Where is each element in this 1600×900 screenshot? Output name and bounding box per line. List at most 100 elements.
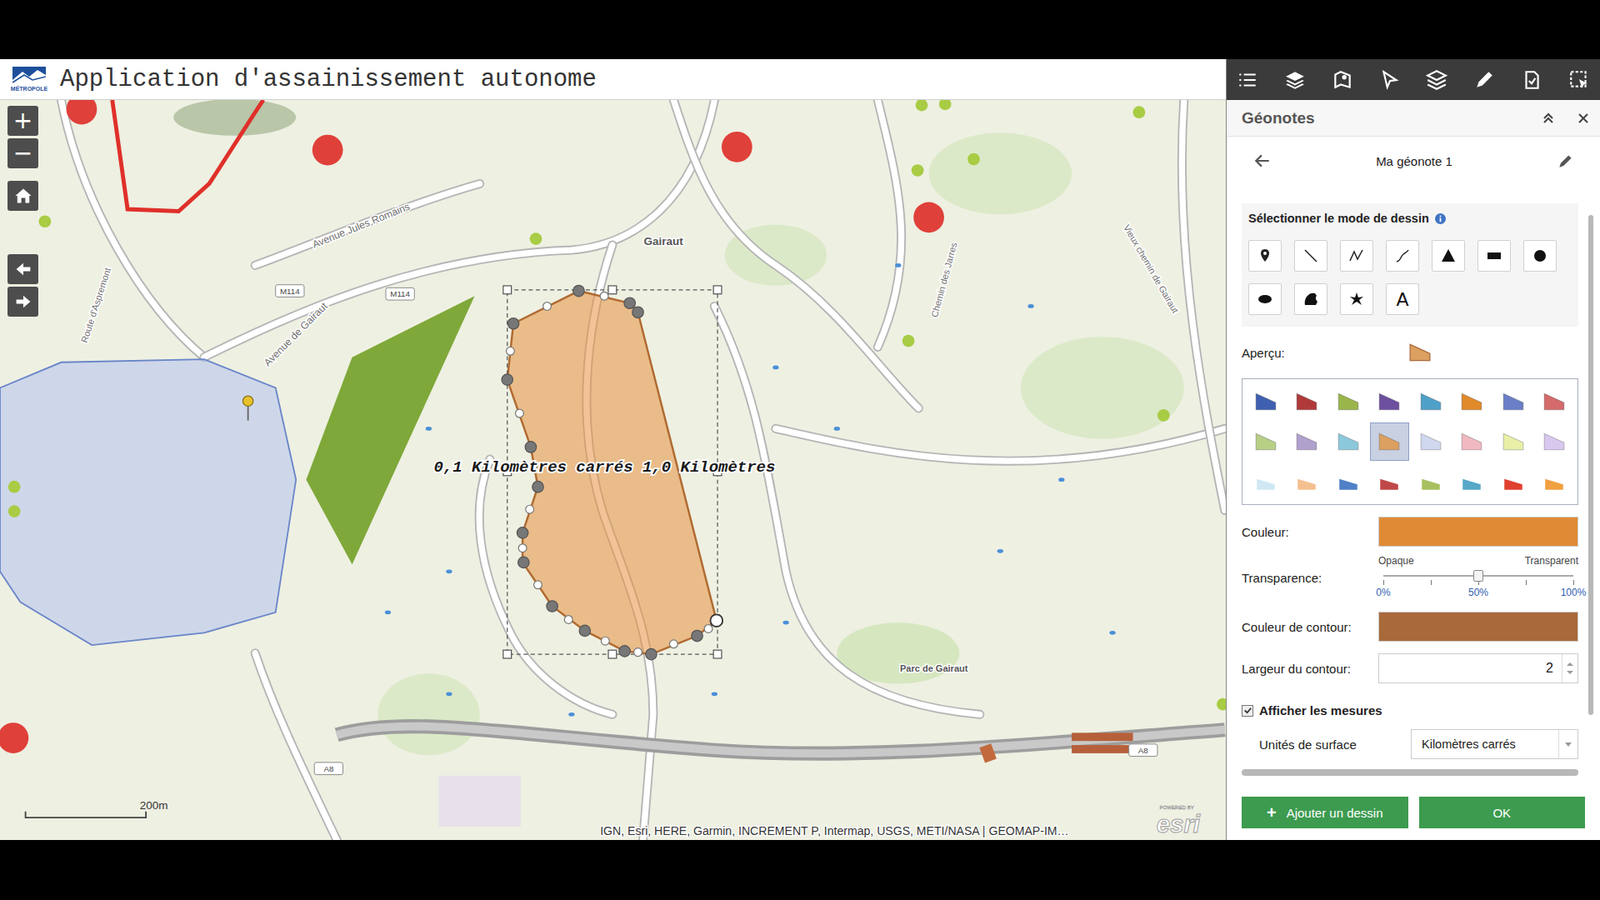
style-swatch[interactable] [1287,422,1328,461]
show-measures-checkbox[interactable]: Afficher les mesures [1241,703,1579,718]
style-swatch[interactable] [1328,422,1369,461]
vertex-handle[interactable] [501,374,513,385]
style-swatch[interactable] [1328,462,1369,501]
vertex-handle[interactable] [645,648,657,660]
vertex-handle[interactable] [691,630,703,641]
resize-handle[interactable] [608,285,617,295]
draw-tool-button[interactable] [1248,283,1282,315]
draw-tool-button[interactable] [1248,240,1282,272]
action-button[interactable]: OK [1419,796,1586,829]
style-swatch[interactable] [1370,382,1410,421]
green-marker[interactable] [939,100,952,110]
vertex-handle[interactable] [579,625,590,636]
green-marker[interactable] [1216,698,1226,711]
scrollbar[interactable] [1588,215,1594,715]
resize-handle[interactable] [713,650,722,659]
basemap-icon[interactable] [1425,69,1448,91]
vertex-handle[interactable] [573,285,585,296]
style-swatch[interactable] [1410,462,1451,501]
draw-tool-button[interactable] [1477,240,1511,272]
midpoint-handle[interactable] [669,640,678,649]
draw-tool-button[interactable]: A [1385,283,1420,315]
vertex-handle[interactable] [632,306,644,318]
edit-pencil-icon[interactable] [1556,151,1575,170]
midpoint-handle[interactable] [704,625,713,634]
previous-extent-button[interactable] [7,254,39,285]
resize-handle[interactable] [503,650,512,659]
style-swatch[interactable] [1245,422,1286,461]
close-icon[interactable] [1576,111,1590,125]
green-marker[interactable] [1133,105,1146,119]
locate-icon[interactable] [1379,69,1401,91]
vertex-handle[interactable] [710,614,723,627]
vertex-handle[interactable] [518,556,530,568]
draw-tool-button[interactable] [1385,240,1420,272]
midpoint-handle[interactable] [525,505,535,514]
style-swatch[interactable] [1370,422,1410,461]
map-canvas[interactable]: GairautAvenue Jules RomainsRoute d'Aspre… [0,100,1226,840]
midpoint-handle[interactable] [534,580,543,590]
green-marker[interactable] [915,100,929,111]
red-marker[interactable] [66,100,98,125]
vertex-handle[interactable] [624,297,635,309]
pencil-icon[interactable] [1473,69,1495,91]
area-units-select[interactable]: Kilomètres carrés [1410,729,1579,760]
map-pin-icon[interactable] [1331,69,1354,91]
green-marker[interactable] [8,480,21,494]
vertex-handle[interactable] [516,527,528,539]
resize-handle[interactable] [713,285,722,295]
red-marker[interactable] [721,131,753,163]
style-swatch[interactable] [1535,422,1575,461]
green-marker[interactable] [911,164,925,177]
next-extent-button[interactable] [7,286,39,317]
midpoint-handle[interactable] [634,648,643,657]
resize-handle[interactable] [503,285,512,295]
midpoint-handle[interactable] [543,302,552,311]
draw-tool-button[interactable] [1340,240,1374,272]
red-marker[interactable] [913,201,945,233]
style-swatch[interactable] [1245,462,1286,501]
red-marker[interactable] [0,722,29,754]
green-marker[interactable] [902,335,915,348]
collapse-icon[interactable] [1541,111,1555,125]
red-marker[interactable] [312,135,344,166]
vertex-handle[interactable] [546,600,558,612]
back-arrow-icon[interactable] [1253,151,1272,170]
midpoint-handle[interactable] [515,409,525,418]
slider-thumb[interactable] [1473,570,1484,582]
style-swatch[interactable] [1452,462,1493,501]
draw-tool-button[interactable] [1294,283,1328,315]
layers-icon[interactable] [1284,69,1306,91]
midpoint-handle[interactable] [600,291,609,300]
vertex-handle[interactable] [525,441,536,453]
route-line[interactable] [112,100,264,212]
style-swatch[interactable] [1452,382,1493,421]
export-icon[interactable] [1520,69,1543,91]
style-swatch[interactable] [1493,462,1534,501]
info-icon[interactable] [1435,213,1446,225]
style-swatch[interactable] [1370,462,1410,501]
style-swatch[interactable] [1493,382,1534,421]
midpoint-handle[interactable] [518,544,527,553]
midpoint-handle[interactable] [506,346,515,355]
midpoint-handle[interactable] [564,615,573,625]
green-marker[interactable] [530,232,543,245]
midpoint-handle[interactable] [600,636,610,645]
style-swatch[interactable] [1493,422,1534,461]
style-swatch[interactable] [1245,382,1286,421]
horizontal-scrollbar[interactable] [1241,769,1579,776]
action-button[interactable]: + Ajouter un dessin [1241,796,1409,829]
fill-color-picker[interactable] [1378,516,1579,547]
map-view[interactable]: GairautAvenue Jules RomainsRoute d'Aspre… [0,100,1226,840]
style-swatch[interactable] [1410,382,1451,421]
draw-tool-button[interactable] [1294,240,1328,272]
home-button[interactable] [7,180,39,211]
green-marker[interactable] [1157,409,1170,422]
outline-width-input[interactable]: 2 [1378,653,1579,684]
style-swatch[interactable] [1535,462,1575,501]
style-swatch[interactable] [1410,422,1451,461]
pin-icon[interactable] [243,395,254,420]
outline-color-picker[interactable] [1378,611,1579,642]
zone-polygon[interactable] [0,359,296,645]
green-marker[interactable] [8,505,21,518]
